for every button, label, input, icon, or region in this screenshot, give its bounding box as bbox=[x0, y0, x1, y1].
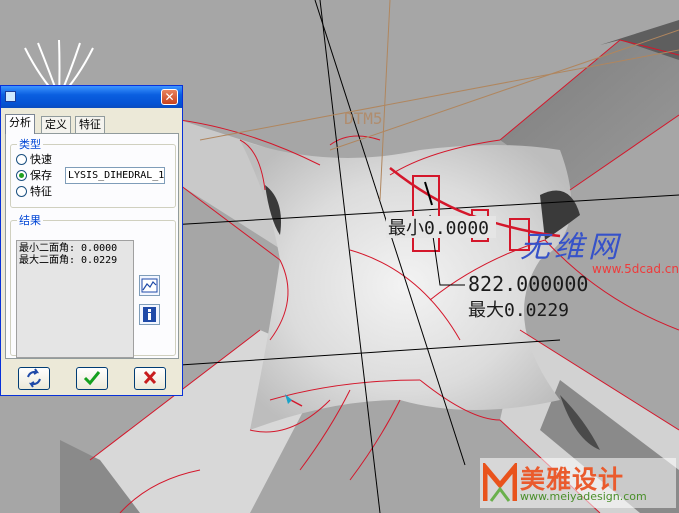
radio-saved-dot bbox=[16, 170, 27, 181]
dihedral-analysis-dialog: ✕ 分析 定义 特征 类型 快速 保存 特征 LYSIS_DIHEDRAL_1 … bbox=[0, 85, 183, 396]
watermark-5dcad-url: www.5dcad.cn bbox=[592, 262, 679, 276]
results-legend: 结果 bbox=[19, 214, 41, 227]
cancel-button[interactable] bbox=[134, 367, 166, 390]
radio-feature-label: 特征 bbox=[30, 185, 52, 198]
datum-label: DTM5 bbox=[344, 109, 383, 128]
analysis-panel: 类型 快速 保存 特征 LYSIS_DIHEDRAL_1 结果 最小二面角: 0… bbox=[5, 133, 179, 359]
tab-feature-label: 特征 bbox=[79, 118, 101, 131]
graph-button[interactable] bbox=[139, 275, 160, 296]
meiya-brand-url: www.meiyadesign.com bbox=[520, 490, 647, 503]
watermark-5dcad-title: 无维网 bbox=[520, 230, 622, 265]
radio-quick-label: 快速 bbox=[30, 153, 52, 166]
radio-quick-dot bbox=[16, 154, 27, 165]
tab-definition-label: 定义 bbox=[45, 118, 67, 131]
ok-button[interactable] bbox=[76, 367, 108, 390]
close-icon: ✕ bbox=[164, 90, 175, 104]
ok-check-icon bbox=[83, 371, 101, 386]
tab-definition[interactable]: 定义 bbox=[41, 116, 71, 133]
tab-analysis-label: 分析 bbox=[9, 116, 31, 129]
results-group: 结果 最小二面角: 0.0000 最大二面角: 0.0229 bbox=[10, 212, 176, 358]
cancel-x-icon bbox=[143, 370, 157, 385]
info-button[interactable] bbox=[139, 304, 160, 325]
recompute-button[interactable] bbox=[18, 367, 50, 390]
tab-feature[interactable]: 特征 bbox=[75, 116, 105, 133]
close-button[interactable]: ✕ bbox=[161, 89, 178, 105]
radio-feature[interactable]: 特征 bbox=[16, 185, 52, 199]
watermark-5dcad: 无维网 www.5dcad.cn bbox=[520, 222, 679, 276]
analysis-name-input[interactable]: LYSIS_DIHEDRAL_1 bbox=[65, 167, 165, 184]
max-dihedral-result: 最大二面角: 0.0229 bbox=[19, 255, 118, 266]
min-dihedral-result: 最小二面角: 0.0000 bbox=[19, 243, 118, 254]
watermark-meiya: 美雅设计 www.meiyadesign.com bbox=[480, 458, 676, 508]
radio-saved[interactable]: 保存 bbox=[16, 169, 52, 183]
max-label: 最大0.0229 bbox=[468, 300, 569, 321]
type-legend: 类型 bbox=[19, 138, 41, 151]
radio-saved-label: 保存 bbox=[30, 169, 52, 182]
results-textbox[interactable]: 最小二面角: 0.0000 最大二面角: 0.0229 bbox=[16, 240, 134, 358]
recompute-icon bbox=[27, 368, 41, 388]
tab-analysis[interactable]: 分析 bbox=[5, 114, 35, 134]
graph-icon bbox=[141, 278, 158, 293]
radio-quick[interactable]: 快速 bbox=[16, 153, 52, 167]
info-icon bbox=[143, 307, 156, 322]
radio-feature-dot bbox=[16, 186, 27, 197]
window-icon bbox=[5, 91, 16, 102]
meiya-logo-icon bbox=[483, 463, 517, 502]
min-label: 最小0.0000 bbox=[388, 218, 489, 239]
dialog-titlebar[interactable]: ✕ bbox=[1, 86, 182, 108]
